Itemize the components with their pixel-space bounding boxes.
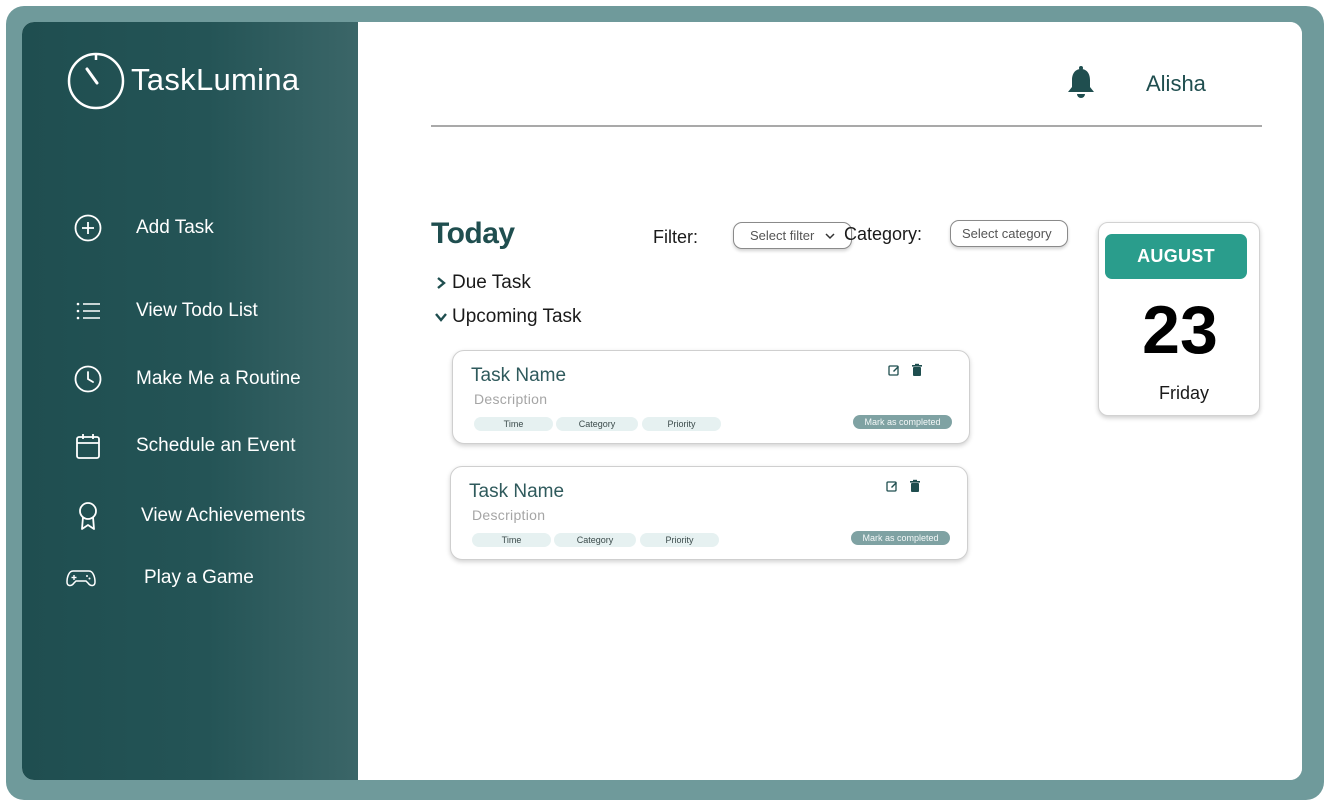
sidebar-item-label: Play a Game	[144, 567, 254, 588]
section-due-task[interactable]: Due Task	[434, 272, 531, 294]
list-icon	[72, 295, 104, 327]
edit-icon[interactable]	[885, 479, 899, 493]
clock-icon	[72, 363, 104, 395]
section-label: Upcoming Task	[452, 306, 582, 327]
calendar-month: AUGUST	[1105, 234, 1247, 279]
sidebar-item-view-todo-list[interactable]: View Todo List	[72, 295, 258, 327]
category-select[interactable]: Select category	[950, 220, 1068, 247]
filter-label: Filter:	[653, 227, 698, 247]
task-name: Task Name	[469, 481, 565, 502]
mark-completed-button[interactable]: Mark as completed	[853, 415, 952, 429]
task-description: Description	[472, 507, 546, 523]
task-time-tag: Time	[472, 533, 551, 547]
chevron-right-icon	[437, 277, 446, 289]
sidebar-item-label: View Todo List	[136, 300, 258, 321]
mark-completed-button[interactable]: Mark as completed	[851, 531, 950, 545]
sidebar-item-view-achievements[interactable]: View Achievements	[72, 500, 305, 532]
award-icon	[72, 500, 104, 532]
user-name[interactable]: Alisha	[1146, 71, 1206, 97]
sidebar-item-label: Add Task	[136, 217, 214, 238]
header-divider	[431, 125, 1262, 127]
sidebar-item-make-routine[interactable]: Make Me a Routine	[72, 363, 301, 395]
category-label: Category:	[844, 224, 923, 244]
gamepad-icon	[65, 562, 97, 594]
sidebar-item-add-task[interactable]: Add Task	[72, 212, 214, 244]
app-window: TaskLumina Add Task View Todo List Make …	[22, 22, 1302, 780]
sidebar: TaskLumina Add Task View Todo List Make …	[22, 22, 358, 780]
sidebar-item-label: Make Me a Routine	[136, 368, 301, 389]
calendar-weekday: Friday	[1158, 383, 1209, 403]
task-name: Task Name	[471, 365, 567, 386]
filter-select-value: Select filter	[750, 228, 815, 243]
trash-icon[interactable]	[908, 479, 922, 493]
page-title: Today	[431, 217, 515, 250]
brand-logo[interactable]: TaskLumina	[65, 49, 299, 111]
chevron-down-icon	[435, 313, 447, 322]
edit-icon[interactable]	[887, 363, 901, 377]
calendar-icon	[72, 430, 104, 462]
calendar-widget: AUGUST 23 Friday	[1098, 222, 1260, 416]
app-name: TaskLumina	[131, 62, 300, 97]
task-category-tag: Category	[554, 533, 636, 547]
bell-icon[interactable]	[1065, 66, 1097, 100]
chevron-down-icon	[825, 232, 835, 239]
filter-select[interactable]: Select filter	[733, 222, 852, 249]
calendar-day: 23	[1142, 292, 1218, 368]
task-priority-tag: Priority	[640, 533, 719, 547]
sidebar-item-play-game[interactable]: Play a Game	[65, 562, 254, 594]
task-priority-tag: Priority	[642, 417, 721, 431]
category-select-value: Select category	[962, 226, 1052, 241]
sidebar-item-schedule-event[interactable]: Schedule an Event	[72, 430, 296, 462]
section-upcoming-task[interactable]: Upcoming Task	[434, 306, 582, 328]
task-category-tag: Category	[556, 417, 638, 431]
trash-icon[interactable]	[910, 363, 924, 377]
plus-circle-icon	[72, 212, 104, 244]
section-label: Due Task	[452, 272, 531, 293]
task-card[interactable]: Task Name Description Time Category Prio…	[450, 466, 968, 560]
sidebar-item-label: Schedule an Event	[136, 435, 296, 456]
stopwatch-logo-icon	[67, 52, 125, 110]
task-time-tag: Time	[474, 417, 553, 431]
main-content: Alisha Today Filter: Select filter Categ…	[358, 22, 1302, 780]
sidebar-item-label: View Achievements	[141, 505, 306, 526]
task-card[interactable]: Task Name Description Time Category Prio…	[452, 350, 970, 444]
task-description: Description	[474, 391, 548, 407]
